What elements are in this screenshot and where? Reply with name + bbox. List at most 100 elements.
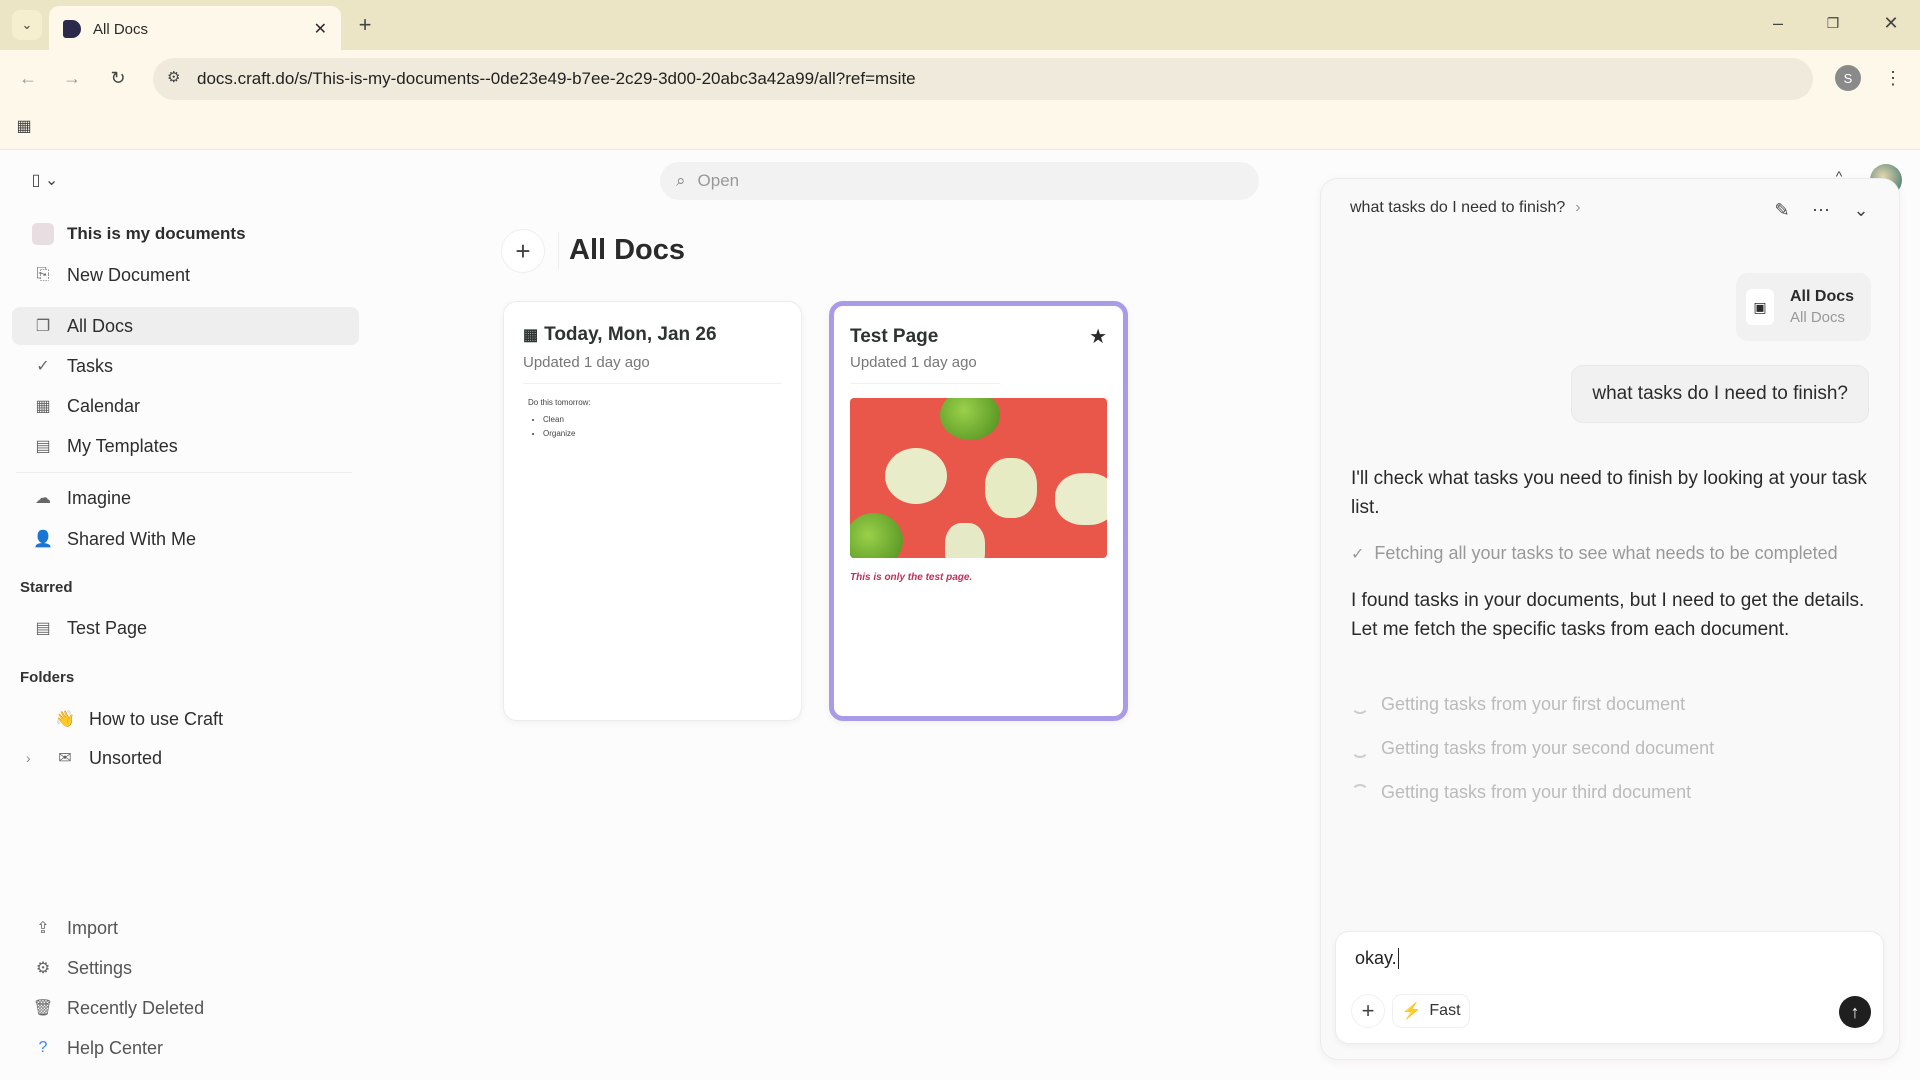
attach-button[interactable]: + xyxy=(1351,994,1385,1028)
sidebar-item-imagine[interactable]: ☁ Imagine xyxy=(12,479,359,517)
back-button[interactable]: ← xyxy=(14,64,42,92)
sidebar-item-calendar[interactable]: ▦ Calendar xyxy=(12,387,359,425)
preview-item: Organize xyxy=(543,427,782,441)
preview-heading: Do this tomorrow: xyxy=(528,398,591,407)
apps-grid-icon[interactable]: ▦ xyxy=(10,112,38,140)
apples-image xyxy=(850,398,1107,558)
spinner-icon xyxy=(1351,783,1369,802)
chevron-right-icon: › xyxy=(1575,199,1581,216)
mode-label: Fast xyxy=(1429,1002,1461,1019)
restore-button[interactable]: ❐ xyxy=(1820,10,1846,36)
sidebar-item-recently-deleted[interactable]: 🗑 Recently Deleted xyxy=(12,989,359,1027)
sidebar-item-all-docs[interactable]: ❐ All Docs xyxy=(12,307,359,345)
document-card[interactable]: ▦ Today, Mon, Jan 26 Updated 1 day ago Do… xyxy=(503,301,802,721)
tab-search-button[interactable]: ⌄ xyxy=(12,10,42,40)
browser-tab[interactable]: All Docs ✕ xyxy=(49,6,341,52)
sidebar-item-label: Settings xyxy=(67,957,133,978)
starred-heading: Starred xyxy=(20,579,73,596)
sidebar-item-import[interactable]: ⇪ Import xyxy=(12,909,359,947)
divider xyxy=(558,232,559,270)
sidebar-item-help-center[interactable]: ? Help Center xyxy=(12,1029,359,1067)
page-icon: ▤ xyxy=(35,620,51,637)
browser-menu-icon[interactable]: ⋮ xyxy=(1880,64,1906,92)
sidebar-item-label: All Docs xyxy=(67,315,134,336)
address-bar[interactable]: ⚙ docs.craft.do/s/This-is-my-documents--… xyxy=(153,58,1813,100)
chat-title: what tasks do I need to finish? xyxy=(1350,199,1566,216)
close-window-button[interactable]: ✕ xyxy=(1878,10,1904,36)
profile-avatar[interactable]: S xyxy=(1835,65,1861,91)
sidebar-item-settings[interactable]: ⚙ Settings xyxy=(12,949,359,987)
folder-unsorted[interactable]: › ✉ Unsorted xyxy=(12,739,359,777)
collapse-chevron-icon[interactable]: ⌄ xyxy=(1848,197,1874,223)
new-document-label: New Document xyxy=(67,264,191,285)
lightning-icon: ⚡ xyxy=(1401,1003,1422,1020)
inbox-icon: ✉ xyxy=(58,750,72,767)
space-switcher[interactable]: This is my documents xyxy=(12,215,359,253)
new-document-button[interactable]: ⎘ New Document xyxy=(12,256,359,294)
new-chat-icon[interactable]: ✎ xyxy=(1769,197,1795,223)
chevron-right-icon[interactable]: › xyxy=(26,750,31,766)
page-title: All Docs xyxy=(569,234,686,266)
sidebar-item-tasks[interactable]: ✓ Tasks xyxy=(12,347,359,385)
minimize-button[interactable]: – xyxy=(1765,10,1791,36)
check-circle-icon: ✓ xyxy=(1351,545,1365,563)
tool-step-pending: Getting tasks from your second document xyxy=(1351,738,1714,759)
check-circle-icon: ✓ xyxy=(36,358,50,375)
starred-item-test-page[interactable]: ▤ Test Page xyxy=(12,609,359,647)
trash-icon: 🗑 xyxy=(32,1000,54,1017)
sidebar-item-label: Shared With Me xyxy=(67,528,197,549)
waving-hand-icon: 👋 xyxy=(55,711,75,728)
space-name: This is my documents xyxy=(67,224,246,243)
tool-step-label: Getting tasks from your second document xyxy=(1381,738,1715,758)
tool-step-pending: Getting tasks from your first document xyxy=(1351,694,1685,715)
browser-tab-strip: ⌄ All Docs ✕ + – ❐ ✕ xyxy=(0,0,1920,52)
chat-input[interactable]: okay. xyxy=(1355,948,1399,969)
sidebar-item-my-templates[interactable]: ▤ My Templates xyxy=(12,427,359,465)
cloud-icon: ☁ xyxy=(35,490,51,507)
document-card-selected[interactable]: Test Page ★ Updated 1 day ago This is on… xyxy=(829,301,1128,721)
card-title: Test Page xyxy=(850,326,939,347)
tool-step-pending: Getting tasks from your third document xyxy=(1351,782,1691,803)
docs-icon: ❐ xyxy=(35,318,51,335)
sidebar-item-shared-with-me[interactable]: 👤 Shared With Me xyxy=(12,520,359,558)
search-icon: ⌕ xyxy=(676,171,686,190)
chat-title-button[interactable]: what tasks do I need to finish? › xyxy=(1350,199,1581,217)
shared-icon: 👤 xyxy=(33,531,53,548)
search-input[interactable]: ⌕ Open xyxy=(660,162,1259,200)
tool-step-label: Fetching all your tasks to see what need… xyxy=(1374,543,1838,563)
sidebar-item-label: Import xyxy=(67,917,119,938)
divider xyxy=(16,472,352,473)
mode-selector[interactable]: ⚡ Fast xyxy=(1392,994,1470,1028)
forward-button[interactable]: → xyxy=(58,64,86,92)
spinner-icon xyxy=(1351,696,1369,714)
context-chip-subtitle: All Docs xyxy=(1790,309,1846,326)
template-icon: ▤ xyxy=(35,438,51,455)
import-icon: ⇪ xyxy=(36,920,50,937)
folder-how-to-use-craft[interactable]: 👋 How to use Craft xyxy=(12,700,359,738)
user-message: what tasks do I need to finish? xyxy=(1592,383,1848,404)
site-info-icon[interactable]: ⚙ xyxy=(167,68,180,86)
user-message-bubble: what tasks do I need to finish? xyxy=(1571,365,1869,423)
star-icon[interactable]: ★ xyxy=(1089,324,1107,349)
card-title: Today, Mon, Jan 26 xyxy=(544,324,717,345)
sidebar: ▯ ⌄ This is my documents ⎘ New Document ❐… xyxy=(0,150,367,1080)
close-tab-icon[interactable]: ✕ xyxy=(314,19,327,39)
sidebar-item-label: Unsorted xyxy=(89,747,163,768)
sidebar-toggle-button[interactable]: ▯ ⌄ xyxy=(22,168,68,192)
more-options-icon[interactable]: ⋯ xyxy=(1808,197,1834,223)
context-chip[interactable]: ▣ All Docs All Docs xyxy=(1736,273,1871,341)
sidebar-item-label: Calendar xyxy=(67,395,141,416)
sidebar-item-label: Test Page xyxy=(67,617,148,638)
new-tab-button[interactable]: + xyxy=(352,12,378,38)
reload-button[interactable]: ↻ xyxy=(104,64,132,92)
new-document-icon: ⎘ xyxy=(36,266,50,283)
add-document-button[interactable]: + xyxy=(501,229,545,273)
document-icon: ▣ xyxy=(1746,289,1774,325)
sidebar-item-label: Help Center xyxy=(67,1037,164,1058)
calendar-icon: ▦ xyxy=(523,327,539,344)
sidebar-item-label: My Templates xyxy=(67,435,178,456)
card-caption: This is only the test page. xyxy=(850,572,973,583)
send-button[interactable]: ↑ xyxy=(1839,996,1871,1028)
card-updated: Updated 1 day ago xyxy=(850,354,977,371)
sidebar-item-label: Tasks xyxy=(67,355,114,376)
